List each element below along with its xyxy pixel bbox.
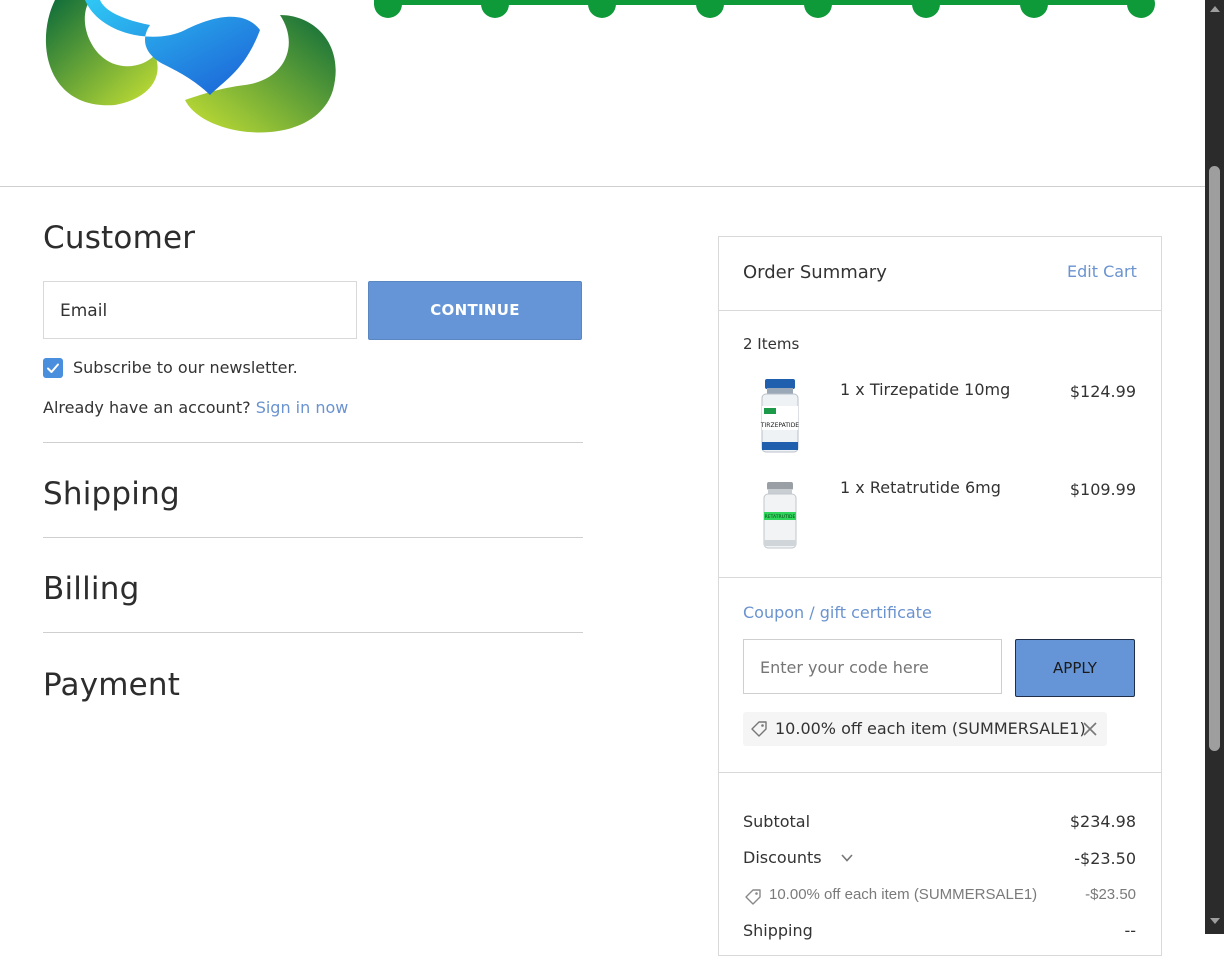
- close-icon[interactable]: [1082, 721, 1098, 737]
- panel-divider: [718, 577, 1162, 578]
- site-header: [0, 0, 1205, 187]
- applied-coupon-text: 10.00% off each item (SUMMERSALE1): [775, 719, 1086, 738]
- scroll-down-arrow-icon[interactable]: [1210, 918, 1220, 924]
- divider: [43, 442, 583, 443]
- account-prompt: Already have an account? Sign in now: [43, 398, 348, 417]
- check-icon: [47, 363, 59, 373]
- page-scrollbar[interactable]: [1205, 0, 1224, 934]
- sign-in-link[interactable]: Sign in now: [256, 398, 349, 417]
- applied-coupon-chip: 10.00% off each item (SUMMERSALE1): [743, 712, 1107, 746]
- header-progress-decoration: [374, 0, 1155, 18]
- newsletter-label[interactable]: Subscribe to our newsletter.: [73, 358, 298, 377]
- scrollbar-thumb[interactable]: [1209, 166, 1220, 751]
- tirzepatide-vial-label: TIRZEPATIDE: [760, 422, 799, 429]
- divider: [43, 632, 583, 633]
- continue-button[interactable]: CONTINUE: [368, 281, 582, 340]
- account-prompt-text: Already have an account?: [43, 398, 251, 417]
- shipping-value: --: [1124, 921, 1136, 940]
- subtotal-label: Subtotal: [743, 812, 811, 831]
- panel-divider: [718, 772, 1162, 773]
- subtotal-value: $234.98: [1069, 812, 1136, 831]
- shipping-heading: Shipping: [43, 476, 180, 512]
- retatrutide-vial-image: RETATRUTIDE: [763, 482, 797, 549]
- retatrutide-vial-label: RETATRUTIDE: [765, 514, 796, 520]
- coupon-toggle-link[interactable]: Coupon / gift certificate: [743, 603, 932, 622]
- item-price: $109.99: [1069, 480, 1136, 499]
- coupon-placeholder: Enter your code here: [760, 658, 929, 677]
- item-name: 1 x Retatrutide 6mg: [840, 478, 1001, 497]
- items-count: 2 Items: [743, 335, 800, 353]
- panel-divider: [718, 310, 1162, 311]
- chevron-down-icon[interactable]: [840, 852, 854, 864]
- divider: [43, 537, 583, 538]
- discounts-label[interactable]: Discounts: [743, 848, 822, 867]
- scroll-up-arrow-icon[interactable]: [1210, 6, 1220, 12]
- email-field[interactable]: Email: [43, 281, 357, 339]
- item-name: 1 x Tirzepatide 10mg: [840, 380, 1011, 399]
- billing-heading: Billing: [43, 571, 140, 607]
- tirzepatide-vial-image: TIRZEPATIDE: [760, 379, 799, 453]
- payment-heading: Payment: [43, 667, 181, 703]
- shipping-label: Shipping: [743, 921, 813, 940]
- brand-logo[interactable]: [45, 0, 345, 140]
- email-placeholder: Email: [60, 301, 108, 321]
- newsletter-checkbox[interactable]: [43, 358, 63, 378]
- coupon-code-input[interactable]: Enter your code here: [743, 639, 1002, 694]
- customer-heading: Customer: [43, 220, 196, 256]
- item-price: $124.99: [1069, 382, 1136, 401]
- tag-icon: [745, 889, 761, 905]
- edit-cart-link[interactable]: Edit Cart: [1067, 262, 1137, 281]
- order-summary-title: Order Summary: [743, 262, 887, 283]
- discount-detail-label: 10.00% off each item (SUMMERSALE1): [769, 886, 1038, 903]
- discount-detail-value: -$23.50: [1085, 886, 1136, 903]
- discounts-value: -$23.50: [1074, 849, 1136, 868]
- apply-coupon-button[interactable]: APPLY: [1015, 639, 1135, 697]
- tag-icon: [751, 721, 767, 737]
